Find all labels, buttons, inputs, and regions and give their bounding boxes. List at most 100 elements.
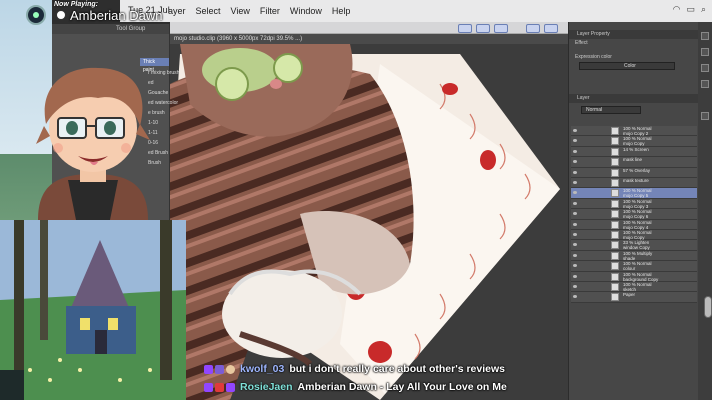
visibility-eye-icon[interactable] bbox=[573, 212, 577, 216]
layer-thumbnail bbox=[611, 199, 619, 208]
visibility-eye-icon[interactable] bbox=[573, 129, 577, 132]
visibility-eye-icon[interactable] bbox=[573, 264, 577, 268]
menu-select[interactable]: Select bbox=[196, 6, 221, 16]
layer-label: 100 % Normal colour bbox=[623, 261, 652, 271]
battery-icon[interactable]: ▭ bbox=[686, 4, 695, 15]
layer-row[interactable]: 100 % Multiply shade bbox=[571, 250, 697, 262]
layer-row[interactable]: mask line bbox=[571, 157, 697, 168]
layer-thumbnail bbox=[611, 283, 619, 291]
panel-icon-5[interactable] bbox=[701, 112, 709, 120]
layer-row[interactable]: 100 % Normal mojo Copy 4 bbox=[571, 219, 697, 230]
canvas-area[interactable] bbox=[170, 44, 568, 400]
panel-icon-1[interactable] bbox=[701, 32, 709, 40]
stream-screen: Tue 21 Jul ayer Select View Filter Windo… bbox=[0, 0, 712, 400]
layer-property-header: Layer Property bbox=[569, 30, 712, 39]
visibility-eye-icon[interactable] bbox=[573, 149, 577, 153]
chat-username[interactable]: kwolf_03 bbox=[240, 363, 284, 375]
toolbar-tool-1[interactable] bbox=[458, 24, 472, 33]
chat-message: kwolf_03 but i don't really care about o… bbox=[204, 360, 505, 378]
layer-name: colour bbox=[623, 266, 636, 272]
chat-username[interactable]: RosieJaen bbox=[240, 381, 293, 393]
menu-help[interactable]: Help bbox=[332, 6, 351, 16]
video-badge-icon bbox=[215, 382, 224, 392]
layer-row[interactable]: 100 % Normal sketch bbox=[571, 282, 697, 293]
layer-row[interactable]: 100 % Normal mojo Copy 3 bbox=[571, 198, 697, 210]
visibility-eye-icon[interactable] bbox=[573, 160, 577, 164]
visibility-eye-icon[interactable] bbox=[573, 274, 577, 278]
chat-message: RosieJaen Amberian Dawn - Lay All Your L… bbox=[204, 378, 507, 396]
layer-header: Layer bbox=[569, 94, 712, 103]
chat-text: Amberian Dawn - Lay All Your Love on Me bbox=[297, 381, 507, 393]
panel-icon-3[interactable] bbox=[701, 64, 709, 72]
toolbar-tool-4[interactable] bbox=[526, 24, 540, 33]
toolbar-tool-3[interactable] bbox=[494, 24, 508, 33]
visibility-eye-icon[interactable] bbox=[573, 295, 577, 299]
user-icon bbox=[56, 10, 66, 20]
layer-name: mojo Copy 3 bbox=[623, 203, 649, 209]
side-toolbar bbox=[698, 22, 712, 400]
layer-row[interactable]: 100 % Normal mojo Copy 5 bbox=[571, 188, 697, 199]
layer-name: mojo Copy bbox=[623, 235, 645, 240]
visibility-eye-icon[interactable] bbox=[573, 285, 577, 288]
subscriber-badge-icon bbox=[204, 382, 213, 392]
visibility-eye-icon[interactable] bbox=[573, 170, 577, 174]
visibility-eye-icon[interactable] bbox=[573, 243, 577, 247]
menu-layer[interactable]: ayer bbox=[168, 6, 186, 16]
toolbar-tool-2[interactable] bbox=[476, 24, 490, 33]
layer-label: 57 % Overlay bbox=[623, 168, 650, 173]
layer-row[interactable]: 100 % Normal background Copy bbox=[571, 271, 697, 282]
layer-property-title: Layer Property bbox=[577, 31, 610, 37]
layer-label: 100 % Normal mojo Copy 5 bbox=[623, 188, 652, 198]
visibility-eye-icon[interactable] bbox=[573, 253, 577, 257]
layer-row[interactable]: 33 % Lighten window Copy bbox=[571, 240, 697, 251]
layer-blend-info: mask line bbox=[623, 157, 643, 163]
layer-row[interactable]: 100 % Normal mojo Copy bbox=[571, 136, 697, 147]
menu-filter[interactable]: Filter bbox=[260, 6, 280, 16]
layer-row[interactable]: 100 % Normal mojo Copy 2 bbox=[571, 126, 697, 137]
visibility-eye-icon[interactable] bbox=[573, 233, 577, 236]
chat-text: but i don't really care about other's re… bbox=[289, 363, 505, 375]
layer-thumbnail bbox=[611, 158, 619, 167]
layer-name: background Copy bbox=[623, 276, 659, 282]
layer-panel-title: Layer bbox=[577, 95, 590, 101]
layer-name: shade bbox=[623, 255, 636, 261]
layer-label: Paper bbox=[623, 292, 635, 297]
layer-row[interactable]: 14 % Screen bbox=[571, 146, 697, 158]
panel-icon-4[interactable] bbox=[701, 80, 709, 88]
layer-row[interactable]: 100 % Normal colour bbox=[571, 261, 697, 272]
document-tab[interactable]: mojo studio.clip (3960 x 5000px 72dpi 39… bbox=[170, 34, 568, 44]
menu-window[interactable]: Window bbox=[290, 6, 322, 16]
expression-color-select[interactable]: Color bbox=[579, 62, 675, 70]
toolbar-tool-5[interactable] bbox=[544, 24, 558, 33]
layer-row[interactable]: mask texture bbox=[571, 178, 697, 189]
blend-mode-select[interactable]: Normal bbox=[581, 106, 641, 114]
visibility-eye-icon[interactable] bbox=[573, 222, 577, 226]
vtuber-avatar bbox=[28, 64, 158, 220]
layer-thumbnail bbox=[611, 262, 619, 271]
panel-icon-2[interactable] bbox=[701, 48, 709, 56]
layer-blend-info: Paper bbox=[623, 292, 636, 298]
visibility-eye-icon[interactable] bbox=[573, 139, 577, 143]
layer-label: 100 % Multiply shade bbox=[623, 251, 652, 261]
menu-view[interactable]: View bbox=[231, 6, 250, 16]
visibility-eye-icon[interactable] bbox=[573, 201, 577, 205]
menubar: Tue 21 Jul ayer Select View Filter Windo… bbox=[120, 0, 712, 22]
layer-row[interactable]: 57 % Overlay bbox=[571, 167, 697, 178]
layer-row[interactable]: 100 % Normal mojo Copy 6 bbox=[571, 209, 697, 220]
layer-label: 14 % Screen bbox=[623, 147, 649, 152]
canvas-artwork bbox=[170, 44, 560, 400]
layer-thumbnail bbox=[611, 251, 619, 260]
visibility-eye-icon[interactable] bbox=[573, 191, 577, 195]
layer-label: 100 % Normal mojo Copy 6 bbox=[623, 209, 652, 219]
visibility-eye-icon[interactable] bbox=[573, 181, 577, 184]
layer-thumbnail bbox=[611, 272, 619, 281]
layer-row[interactable]: 100 % Normal mojo Copy bbox=[571, 230, 697, 241]
wifi-icon[interactable]: ◠ bbox=[673, 4, 681, 15]
now-playing-overlay: Now Playing: Amberian Dawn bbox=[0, 0, 170, 30]
layer-thumbnail bbox=[611, 293, 619, 302]
scrollbar-thumb[interactable] bbox=[704, 296, 712, 318]
layer-row[interactable]: Paper bbox=[571, 292, 697, 303]
emote-badge-icon bbox=[226, 364, 235, 374]
search-icon[interactable]: ⌕ bbox=[701, 4, 706, 15]
layer-panel: Layer Property Effect Expression color C… bbox=[568, 22, 712, 400]
